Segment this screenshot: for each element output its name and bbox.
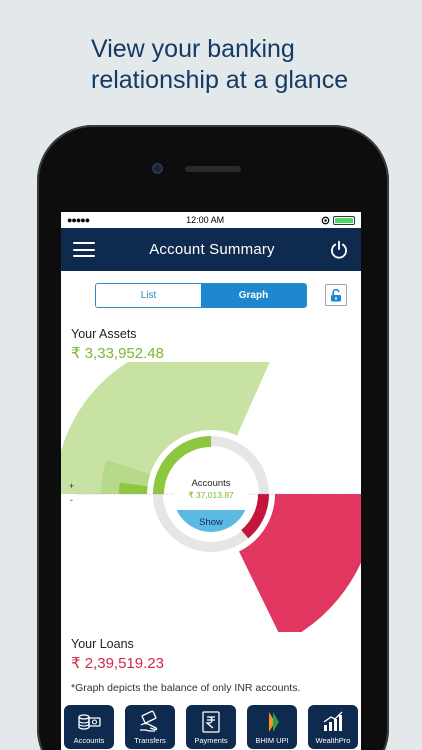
payments-icon: [202, 711, 220, 733]
negative-marker: -: [70, 495, 73, 505]
view-toggle-row: List Graph: [61, 271, 361, 317]
app-header: Account Summary: [61, 228, 361, 271]
tab-graph[interactable]: Graph: [201, 284, 306, 307]
battery-icon: [333, 215, 355, 225]
headline-line-1: View your banking: [91, 35, 295, 63]
power-icon[interactable]: [329, 240, 349, 260]
bhim-upi-icon: [269, 712, 279, 732]
tab-transfers[interactable]: Transfers: [125, 705, 175, 749]
accounts-icon: [78, 714, 101, 730]
tab-transfers-label: Transfers: [134, 736, 166, 745]
center-accounts-label: Accounts: [191, 478, 230, 489]
tab-wealthpro[interactable]: WealthPro: [308, 705, 358, 749]
front-camera: [152, 163, 163, 174]
bottom-tab-bar: Accounts Transfers Payments BHIM UPI Wea…: [61, 705, 361, 749]
tab-wealthpro-label: WealthPro: [315, 736, 351, 745]
marketing-headline: View your banking relationship at a glan…: [91, 34, 391, 96]
status-time: 12:00 AM: [186, 215, 225, 225]
wealthpro-icon: [323, 711, 343, 731]
transfers-icon: [140, 710, 158, 732]
privacy-lock-button[interactable]: [325, 284, 347, 306]
tab-list[interactable]: List: [96, 284, 201, 307]
graph-footnote: *Graph depicts the balance of only INR a…: [71, 682, 301, 694]
positive-marker: +: [69, 481, 74, 491]
page-title: Account Summary: [149, 241, 275, 258]
view-segmented-control: List Graph: [95, 283, 307, 308]
balance-radial-chart: + - Accounts ₹ 37,013.87 Show: [61, 362, 361, 632]
tab-payments[interactable]: Payments: [186, 705, 236, 749]
earpiece-speaker: [185, 166, 241, 172]
loans-label: Your Loans: [71, 637, 134, 651]
status-bar: ●●●●● 12:00 AM: [61, 212, 361, 228]
center-accounts-value: ₹ 37,013.87: [188, 490, 234, 500]
assets-label: Your Assets: [71, 327, 137, 341]
tab-bhim-upi-label: BHIM UPI: [255, 736, 289, 745]
show-button-label: Show: [199, 517, 223, 528]
battery-area: [321, 215, 355, 225]
tab-accounts-label: Accounts: [73, 736, 105, 745]
tab-payments-label: Payments: [194, 736, 228, 745]
signal-icon: ●●●●●: [67, 215, 90, 225]
tab-bhim-upi[interactable]: BHIM UPI: [247, 705, 297, 749]
tab-accounts[interactable]: Accounts: [64, 705, 114, 749]
menu-icon[interactable]: [73, 242, 95, 257]
assets-total: ₹ 3,33,952.48: [71, 345, 164, 362]
unlock-icon: [331, 288, 341, 301]
loans-total: ₹ 2,39,519.23: [71, 655, 164, 672]
rotation-lock-icon: [321, 216, 330, 224]
app-screen: ●●●●● 12:00 AM Account Summary List Grap…: [61, 212, 361, 750]
headline-line-2: relationship at a glance: [91, 66, 349, 94]
